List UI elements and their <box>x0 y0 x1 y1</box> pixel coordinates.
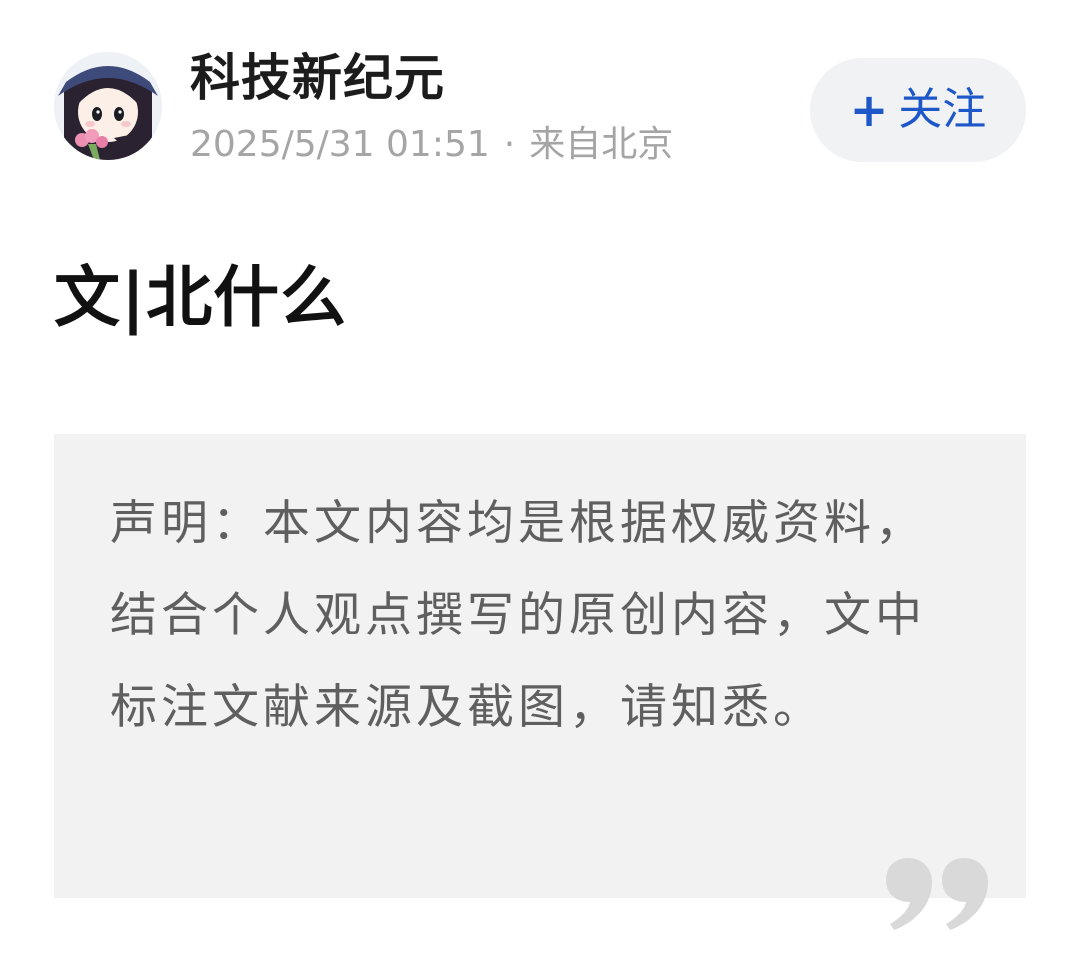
meta-separator: · <box>503 124 516 165</box>
statement-box: 声明：本文内容均是根据权威资料，结合个人观点撰写的原创内容，文中标注文献来源及截… <box>54 434 1026 898</box>
plus-icon: + <box>849 83 889 137</box>
follow-button[interactable]: + 关注 <box>810 58 1026 162</box>
follow-label: 关注 <box>898 84 987 135</box>
cartoon-girl-avatar-icon <box>54 52 162 160</box>
avatar[interactable] <box>54 52 162 160</box>
post-timestamp: 2025/5/31 01:51 <box>190 124 490 165</box>
closing-quote-icon <box>886 858 988 930</box>
author-name[interactable]: 科技新纪元 <box>190 50 445 106</box>
post-location: 来自北京 <box>529 124 674 165</box>
post-header: 科技新纪元 2025/5/31 01:51 · 来自北京 + 关注 <box>54 48 1026 168</box>
post-meta: 2025/5/31 01:51 · 来自北京 <box>190 124 673 166</box>
statement-text: 声明：本文内容均是根据权威资料，结合个人观点撰写的原创内容，文中标注文献来源及截… <box>110 496 926 735</box>
article-title: 文|北什么 <box>54 259 348 336</box>
